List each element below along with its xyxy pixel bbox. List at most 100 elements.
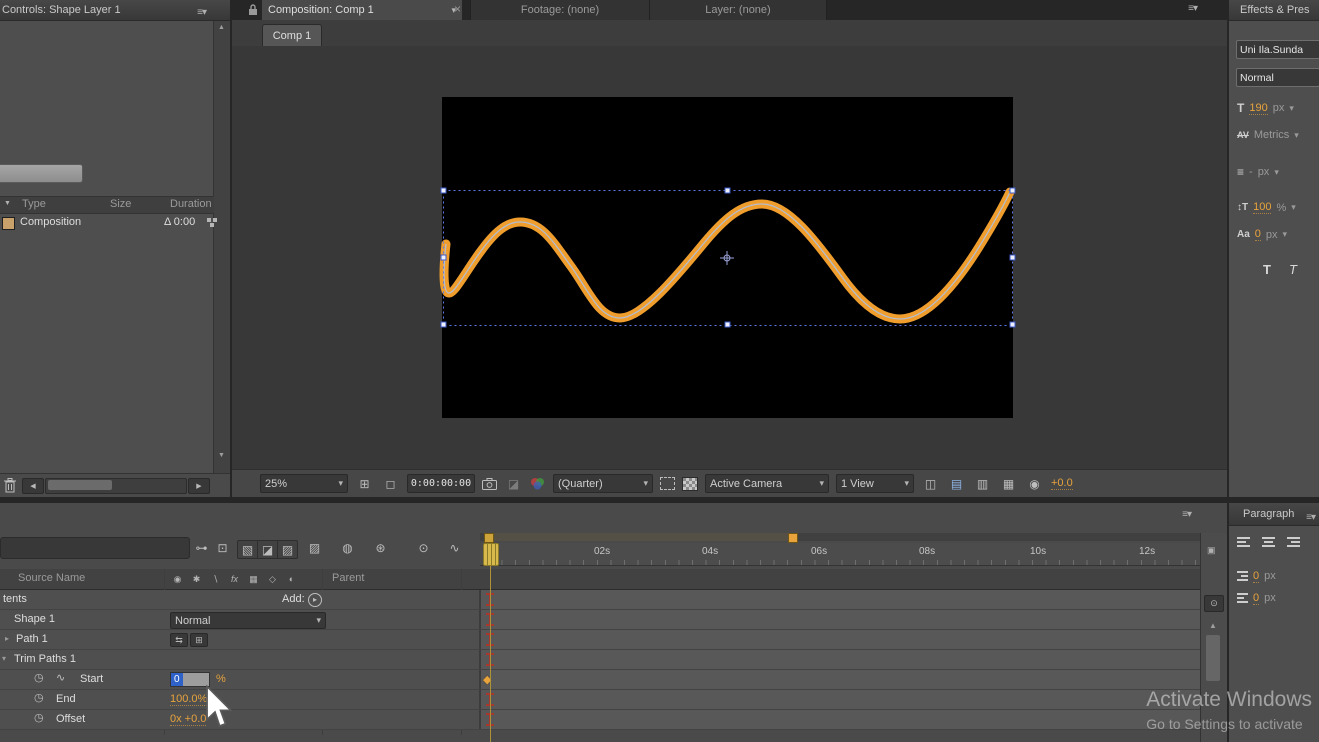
font-style-select[interactable]: Normal: [1236, 68, 1319, 87]
scroll-up-icon[interactable]: ▲: [218, 24, 225, 31]
comp-flowchart-icon[interactable]: ⊡: [213, 539, 232, 556]
motion-blur-icon[interactable]: ◍: [338, 539, 357, 556]
reset-exposure-icon[interactable]: ◉: [1025, 475, 1044, 492]
tab-close-icon[interactable]: ×: [454, 2, 461, 16]
paragraph-header[interactable]: Paragraph ≡▾: [1229, 503, 1319, 526]
faux-italic-icon[interactable]: T: [1289, 262, 1297, 277]
leading-value[interactable]: -: [1249, 166, 1253, 178]
column-type[interactable]: Type: [22, 198, 46, 210]
snapshot-icon[interactable]: [482, 478, 497, 490]
stopwatch-icon[interactable]: ◷: [34, 673, 44, 684]
column-duration[interactable]: Duration: [170, 198, 212, 210]
vertical-scrollbar[interactable]: ▲ ▼: [213, 21, 230, 473]
column-size[interactable]: Size: [110, 198, 131, 210]
show-snapshot-icon[interactable]: ◪: [504, 475, 523, 492]
baseline-shift-value[interactable]: 0: [1255, 228, 1261, 241]
label-color-swatch[interactable]: [2, 217, 15, 230]
align-center-icon[interactable]: [1262, 535, 1275, 549]
dropdown-icon[interactable]: ▾: [1294, 130, 1299, 141]
stopwatch-icon[interactable]: ◷: [34, 693, 44, 704]
timeline-button-icon[interactable]: ▥: [973, 475, 992, 492]
fast-preview-icon[interactable]: ▤: [947, 475, 966, 492]
align-left-icon[interactable]: [1237, 535, 1250, 549]
viewer-panel-menu-icon[interactable]: ≡▾: [1188, 3, 1197, 14]
align-right-icon[interactable]: [1287, 535, 1300, 549]
start-value-field[interactable]: 0: [170, 672, 210, 687]
lock-icon[interactable]: [248, 4, 258, 16]
scroll-right-icon[interactable]: ▶: [188, 478, 210, 494]
resolution-select[interactable]: (Quarter) ▾: [553, 474, 653, 493]
grid-options-icon[interactable]: ⊞: [355, 475, 374, 492]
work-area-bar[interactable]: [480, 533, 1200, 541]
dropdown-icon[interactable]: ▾: [1274, 167, 1279, 178]
end-value[interactable]: 100.0%: [170, 693, 207, 706]
scrollbar-thumb[interactable]: [48, 480, 112, 490]
cti-head[interactable]: [483, 543, 499, 566]
trash-icon[interactable]: [4, 478, 16, 493]
comp-button-icon[interactable]: ⊙: [1204, 595, 1224, 612]
comp-mini-flowchart-icon[interactable]: ⊶: [192, 539, 211, 556]
add-property-icon[interactable]: ▸: [308, 593, 322, 607]
graph-editor-icon[interactable]: ∿: [445, 539, 464, 556]
work-area-start-handle[interactable]: [484, 533, 494, 543]
vertical-scale-value[interactable]: 100: [1253, 201, 1271, 214]
font-size-value[interactable]: 190: [1249, 102, 1267, 115]
camera-view-select[interactable]: Active Camera ▾: [705, 474, 829, 493]
marker-bin-icon[interactable]: ▣: [1207, 545, 1216, 556]
panel-menu-icon[interactable]: ≡▾: [1306, 507, 1315, 529]
horizontal-scrollbar[interactable]: [45, 478, 187, 494]
shape-layer-overlay[interactable]: [436, 91, 1019, 424]
scroll-up-icon[interactable]: ▲: [1209, 621, 1217, 630]
dropdown-icon[interactable]: ▾: [1291, 202, 1296, 213]
timeline-panel-menu-icon[interactable]: ≡▾: [1182, 509, 1191, 520]
indent-right-value[interactable]: 0: [1253, 592, 1259, 605]
kerning-value[interactable]: Metrics: [1254, 129, 1289, 141]
effects-presets-header[interactable]: Effects & Pres: [1229, 0, 1319, 21]
panel-menu-icon[interactable]: ≡▾: [197, 3, 206, 23]
scroll-down-icon[interactable]: ▼: [218, 452, 225, 459]
draft-3d-icon[interactable]: ▧: [238, 541, 257, 558]
timeline-search-input[interactable]: [0, 537, 190, 559]
filter-button[interactable]: [0, 164, 83, 183]
twirl-icon[interactable]: ▾: [2, 654, 6, 663]
parent-header[interactable]: Parent: [332, 572, 364, 584]
dropdown-icon[interactable]: ▾: [1283, 229, 1288, 240]
frame-blend-switch-icon[interactable]: ▨: [305, 539, 324, 556]
row-path-1[interactable]: ▸ Path 1 ⇆ ⊞: [0, 630, 1200, 650]
tab-layer[interactable]: Layer: (none): [650, 0, 827, 20]
row-end[interactable]: ◷ End 100.0%: [0, 690, 1200, 710]
path-direction-icon[interactable]: ⇆: [170, 633, 188, 647]
show-channel-icon[interactable]: [530, 477, 546, 490]
stopwatch-icon[interactable]: ◷: [34, 713, 44, 724]
exposure-value[interactable]: +0.0: [1051, 477, 1073, 490]
frame-blend-icon[interactable]: ▨: [277, 541, 297, 558]
anchor-point[interactable]: [720, 251, 734, 265]
row-shape-1[interactable]: Shape 1 Normal ▾: [0, 610, 1200, 630]
auto-keyframe-icon[interactable]: ⊙: [414, 539, 433, 556]
offset-value[interactable]: 0x +0.0: [170, 713, 206, 726]
pixel-aspect-icon[interactable]: ◫: [921, 475, 940, 492]
cti-line[interactable]: [490, 563, 491, 742]
composition-row[interactable]: Composition Δ 0:00: [0, 214, 214, 232]
path-mask-icon[interactable]: ⊞: [190, 633, 208, 647]
tab-composition[interactable]: Composition: Comp 1 ▾: [262, 0, 462, 20]
effect-controls-header[interactable]: Controls: Shape Layer 1 ≡▾: [0, 0, 230, 21]
font-family-select[interactable]: Uni Ila.Sunda: [1236, 40, 1319, 59]
dropdown-icon[interactable]: ▾: [1289, 103, 1294, 114]
comp-flowchart-icon[interactable]: ▦: [999, 475, 1018, 492]
twirl-icon[interactable]: ▸: [5, 634, 9, 643]
row-offset[interactable]: ◷ Offset 0x +0.0: [0, 710, 1200, 730]
view-layout-select[interactable]: 1 View ▾: [836, 474, 914, 493]
timecode-field[interactable]: 0:00:00:00: [407, 474, 475, 493]
tab-footage[interactable]: Footage: (none): [470, 0, 650, 20]
comp-subtab[interactable]: Comp 1: [262, 24, 322, 47]
work-area-end-handle[interactable]: [788, 533, 798, 543]
region-of-interest-icon[interactable]: [660, 477, 675, 490]
scroll-left-icon[interactable]: ◀: [22, 478, 44, 494]
transparency-grid-icon[interactable]: [682, 477, 698, 491]
row-start[interactable]: ◷ ∿ Start 0 % ◆: [0, 670, 1200, 690]
hide-shy-icon[interactable]: ◪: [257, 541, 277, 558]
indent-left-value[interactable]: 0: [1253, 570, 1259, 583]
faux-bold-icon[interactable]: T: [1263, 262, 1271, 277]
blend-mode-select[interactable]: Normal ▾: [170, 612, 326, 629]
